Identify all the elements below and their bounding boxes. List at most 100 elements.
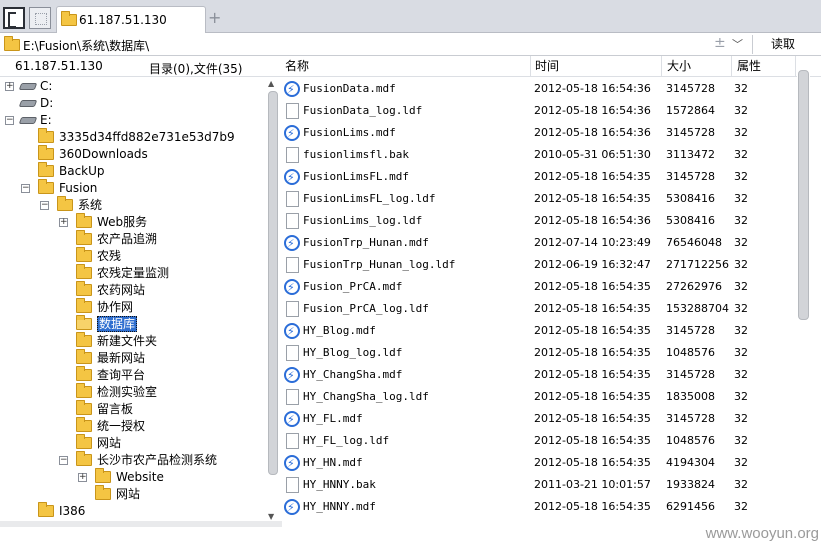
file-name: HY_HNNY.mdf	[303, 500, 376, 513]
file-size: 3145728	[666, 170, 715, 183]
tree-item[interactable]: 3335d34ffd882e731e53d7b9	[38, 127, 235, 146]
panel-toggle-icon[interactable]	[3, 7, 25, 29]
collapse-icon[interactable]: −	[59, 456, 68, 465]
read-button[interactable]: 读取	[757, 35, 809, 54]
file-attr: 32	[734, 434, 748, 447]
tree-item[interactable]: 360Downloads	[38, 144, 148, 163]
folder-icon	[76, 212, 92, 228]
tree-item[interactable]: − E:	[5, 112, 52, 129]
address-input[interactable]: E:\Fusion\系统\数据库\	[23, 37, 149, 54]
file-list: FusionData.mdf 2012-05-18 16:54:36 3145728…	[282, 78, 797, 520]
scroll-up-icon[interactable]: ▲	[268, 79, 274, 88]
tree-item[interactable]: I386	[38, 501, 85, 520]
tree-item-label: 农产品追溯	[97, 232, 158, 246]
file-row[interactable]: HY_HN.mdf 2012-05-18 16:54:35 4194304 32	[282, 452, 797, 475]
expand-icon[interactable]: +	[59, 218, 68, 227]
file-list-scrollbar[interactable]	[797, 70, 810, 521]
file-row[interactable]: FusionLimsFL_log.ldf 2012-05-18 16:54:35 5…	[282, 188, 797, 210]
file-row[interactable]: Fusion_PrCA_log.ldf 2012-05-18 16:54:35 15…	[282, 298, 797, 320]
folder-icon	[61, 11, 77, 26]
tree-item[interactable]: BackUp	[38, 161, 105, 180]
tree-item[interactable]: − 长沙市农产品检测系统	[59, 450, 217, 469]
tree-item-label: C:	[40, 79, 53, 93]
tree-item-label: 农残	[97, 249, 122, 263]
expand-icon[interactable]: +	[78, 473, 87, 482]
file-row[interactable]: HY_Blog.mdf 2012-05-18 16:54:35 3145728 32	[282, 320, 797, 343]
file-row[interactable]: FusionTrp_Hunan.mdf 2012-07-14 10:23:49 76…	[282, 232, 797, 255]
folder-icon	[76, 280, 92, 296]
file-row[interactable]: HY_Blog_log.ldf 2012-05-18 16:54:35 104857…	[282, 342, 797, 364]
column-header-time[interactable]: 时间	[531, 56, 662, 77]
file-size: 271712256	[666, 258, 729, 271]
tree-scrollbar[interactable]: ▲ ▼	[266, 79, 280, 521]
file-row[interactable]: HY_ChangSha_log.ldf 2012-05-18 16:54:35 18…	[282, 386, 797, 408]
tab-active[interactable]: 61.187.51.130	[56, 6, 206, 33]
new-tab-button[interactable]: +	[208, 8, 221, 27]
tree-item[interactable]: 检测实验室	[76, 382, 157, 401]
file-row[interactable]: fusionlimsfl.bak 2010-05-31 06:51:30 31134…	[282, 144, 797, 166]
file-name: FusionLims_log.ldf	[303, 214, 423, 227]
tree-item[interactable]: 查询平台	[76, 365, 145, 384]
tree-item[interactable]: 留言板	[76, 399, 133, 418]
tree-item[interactable]: 农产品追溯	[76, 229, 158, 248]
inactive-tab[interactable]	[29, 7, 51, 29]
folder-icon	[76, 399, 92, 415]
file-name: Fusion_PrCA.mdf	[303, 280, 403, 293]
database-file-icon	[284, 497, 300, 519]
scroll-down-icon[interactable]: ▼	[268, 512, 274, 521]
collapse-icon[interactable]: −	[5, 116, 14, 125]
file-attr: 32	[734, 104, 748, 117]
scroll-thumb[interactable]	[798, 70, 809, 320]
tree-item[interactable]: + Website	[78, 467, 164, 486]
scroll-thumb[interactable]	[268, 91, 278, 475]
file-row[interactable]: HY_HNNY.bak 2011-03-21 10:01:57 1933824 32	[282, 474, 797, 496]
tree-item-label: D:	[40, 96, 54, 110]
tree-item[interactable]: 农残	[76, 246, 122, 265]
file-row[interactable]: HY_HNNY.mdf 2012-05-18 16:54:35 6291456 32	[282, 496, 797, 519]
tree-item[interactable]: D:	[18, 95, 54, 112]
column-header-size[interactable]: 大小	[662, 56, 732, 77]
folder-tree: + C: D: − E: 3335d34ffd882e731e53d7b9 360Downl…	[0, 77, 266, 521]
tree-hscrollbar[interactable]	[0, 521, 282, 527]
expand-icon[interactable]: +	[5, 82, 14, 91]
tree-item[interactable]: 最新网站	[76, 348, 145, 367]
collapse-icon[interactable]: −	[40, 201, 49, 210]
tree-item-label: 协作网	[97, 300, 134, 314]
tree-item[interactable]: 农残定量监测	[76, 263, 169, 282]
file-row[interactable]: FusionLimsFL.mdf 2012-05-18 16:54:35 31457…	[282, 166, 797, 189]
file-row[interactable]: HY_FL.mdf 2012-05-18 16:54:35 3145728 32	[282, 408, 797, 431]
file-row[interactable]: FusionTrp_Hunan_log.ldf 2012-06-19 16:32:…	[282, 254, 797, 276]
column-header-attr[interactable]: 属性	[732, 56, 796, 77]
file-row[interactable]: Fusion_PrCA.mdf 2012-05-18 16:54:35 272629…	[282, 276, 797, 299]
file-size: 3145728	[666, 324, 715, 337]
tree-item[interactable]: + C:	[5, 78, 53, 95]
column-header-name[interactable]: 名称	[282, 56, 531, 77]
file-time: 2012-05-18 16:54:35	[534, 302, 651, 315]
file-row[interactable]: HY_FL_log.ldf 2012-05-18 16:54:35 1048576 3…	[282, 430, 797, 452]
tree-item[interactable]: 新建文件夹	[76, 331, 157, 350]
tree-item[interactable]: − 系统	[40, 195, 102, 214]
tree-item[interactable]: 农药网站	[76, 280, 145, 299]
file-size: 27262976	[666, 280, 722, 293]
bookmark-add-icon[interactable]: ±	[714, 35, 726, 51]
folder-icon	[76, 331, 92, 347]
collapse-icon[interactable]: −	[21, 184, 30, 193]
folder-icon	[38, 501, 54, 517]
tree-item[interactable]: 网站	[95, 484, 140, 503]
file-size: 3145728	[666, 368, 715, 381]
file-icon	[286, 103, 299, 119]
tree-item[interactable]: 数据库	[76, 314, 138, 333]
tree-item[interactable]: 统一授权	[76, 416, 145, 435]
file-row[interactable]: FusionLims_log.ldf 2012-05-18 16:54:36 530…	[282, 210, 797, 232]
tree-item[interactable]: − Fusion	[21, 178, 97, 197]
folder-icon	[76, 348, 92, 364]
tree-item[interactable]: 网站	[76, 433, 121, 452]
file-attr: 32	[734, 346, 748, 359]
file-row[interactable]: FusionLims.mdf 2012-05-18 16:54:36 3145728…	[282, 122, 797, 145]
file-row[interactable]: FusionData.mdf 2012-05-18 16:54:36 3145728…	[282, 78, 797, 101]
file-row[interactable]: FusionData_log.ldf 2012-05-18 16:54:36 157…	[282, 100, 797, 122]
file-row[interactable]: HY_ChangSha.mdf 2012-05-18 16:54:35 314572…	[282, 364, 797, 387]
chevron-down-icon[interactable]: ﹀	[732, 36, 743, 52]
tree-item[interactable]: 协作网	[76, 297, 134, 316]
tree-item[interactable]: + Web服务	[59, 212, 147, 231]
